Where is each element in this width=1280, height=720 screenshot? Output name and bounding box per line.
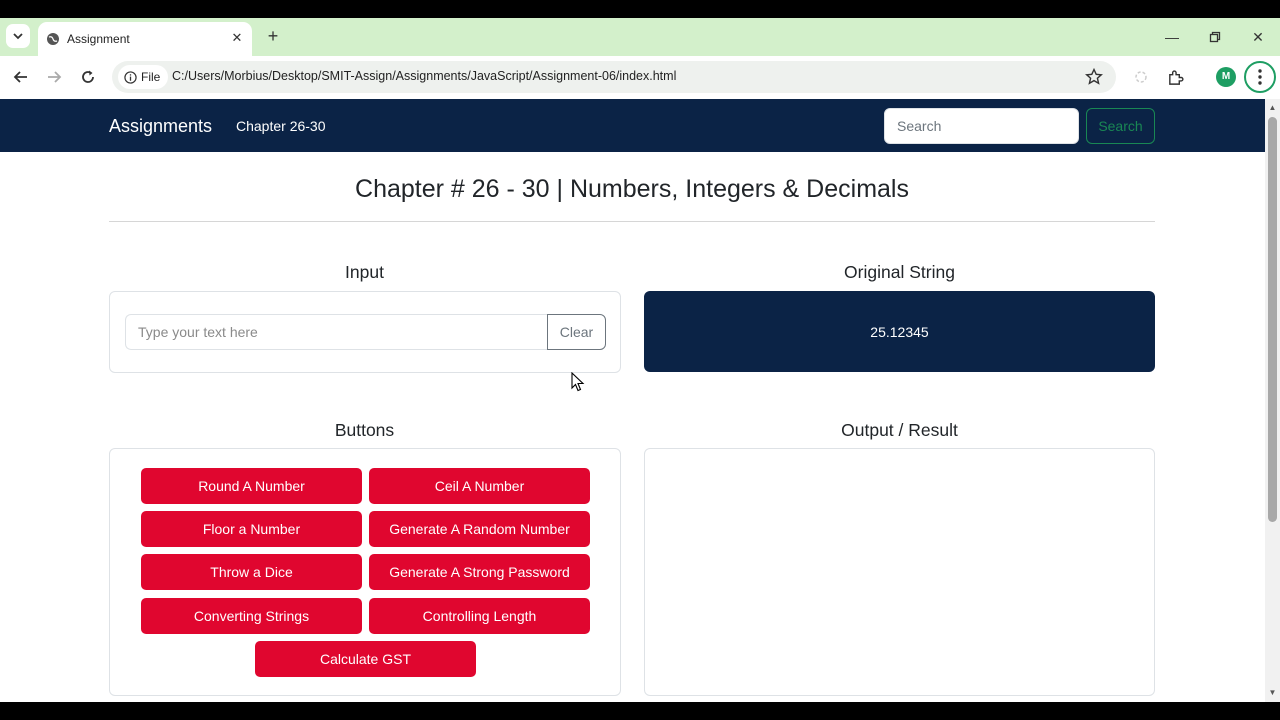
restore-button[interactable] (1203, 26, 1227, 48)
input-section-title: Input (345, 262, 384, 282)
profile-avatar[interactable]: M (1216, 67, 1236, 87)
globe-icon (47, 33, 59, 45)
browser-menu-button[interactable] (1244, 61, 1276, 93)
input-card: Clear (109, 291, 621, 373)
address-bar[interactable]: File C:/Users/Morbius/Desktop/SMIT-Assig… (112, 61, 1116, 93)
url-text[interactable]: C:/Users/Morbius/Desktop/SMIT-Assign/Ass… (172, 69, 676, 83)
buttons-section-title: Buttons (334, 420, 395, 440)
bottom-black-bar (0, 702, 1280, 720)
scroll-down-icon[interactable]: ▼ (1268, 688, 1277, 698)
forward-arrow-icon (48, 71, 62, 83)
scroll-up-icon[interactable]: ▲ (1268, 103, 1277, 113)
forward-button[interactable] (42, 65, 66, 89)
tab-strip: Assignment ✕ + — ✕ (0, 18, 1280, 56)
close-tab-icon[interactable]: ✕ (228, 29, 246, 47)
page-title: Chapter # 26 - 30 | Numbers, Integers & … (355, 175, 909, 203)
nav-link-chapter[interactable]: Chapter 26-30 (236, 118, 326, 134)
back-button[interactable] (9, 65, 33, 89)
top-black-bar (0, 0, 1280, 18)
calculate-gst-button[interactable]: Calculate GST (255, 641, 476, 677)
controlling-length-button[interactable]: Controlling Length (369, 598, 590, 634)
file-chip-label: File (141, 70, 161, 84)
navbar-search-button[interactable]: Search (1086, 108, 1155, 144)
minimize-button[interactable]: — (1160, 26, 1184, 48)
reload-icon (82, 70, 94, 83)
text-input[interactable] (125, 314, 548, 350)
chevron-down-icon (13, 33, 23, 40)
floor-number-button[interactable]: Floor a Number (141, 511, 362, 547)
kebab-menu-icon (1258, 69, 1262, 85)
back-arrow-icon (13, 71, 27, 83)
round-number-button[interactable]: Round A Number (141, 468, 362, 504)
buttons-card: Round A Number Ceil A Number Floor a Num… (109, 448, 621, 696)
original-section-title: Original String (844, 262, 955, 282)
tab-search-button[interactable] (6, 24, 30, 48)
mouse-cursor-icon (571, 372, 585, 392)
clear-button[interactable]: Clear (547, 314, 606, 350)
original-string-value: 25.12345 (870, 323, 929, 340)
output-card (644, 448, 1155, 696)
ceil-number-button[interactable]: Ceil A Number (369, 468, 590, 504)
scrollbar-thumb[interactable] (1268, 117, 1277, 522)
title-divider (109, 221, 1155, 222)
navbar-brand[interactable]: Assignments (109, 116, 212, 137)
reload-button[interactable] (76, 65, 100, 89)
navbar-search-input[interactable] (884, 108, 1079, 144)
close-window-button[interactable]: ✕ (1246, 26, 1270, 48)
page-scrollbar[interactable]: ▲ ▼ (1265, 99, 1280, 702)
converting-strings-button[interactable]: Converting Strings (141, 598, 362, 634)
bookmark-star-icon[interactable] (1084, 67, 1104, 87)
screen: Assignment ✕ + — ✕ File C:/Users/Morbius… (0, 0, 1280, 720)
original-string-box: 25.12345 (644, 291, 1155, 372)
tab-title: Assignment (67, 32, 130, 46)
tab-assignment[interactable]: Assignment ✕ (38, 22, 252, 56)
output-section-title: Output / Result (841, 420, 958, 440)
page-viewport: Assignments Chapter 26-30 Search Chapter… (0, 99, 1265, 702)
restore-icon (1209, 31, 1221, 43)
extensions-button[interactable] (1164, 66, 1186, 88)
random-number-button[interactable]: Generate A Random Number (369, 511, 590, 547)
info-icon (124, 70, 137, 84)
site-info-chip[interactable]: File (118, 65, 169, 89)
site-navbar: Assignments Chapter 26-30 Search (0, 99, 1265, 152)
browser-toolbar: File C:/Users/Morbius/Desktop/SMIT-Assig… (0, 56, 1280, 99)
throw-dice-button[interactable]: Throw a Dice (141, 554, 362, 590)
loading-indicator-icon (1130, 66, 1152, 88)
strong-password-button[interactable]: Generate A Strong Password (369, 554, 590, 590)
puzzle-icon (1168, 69, 1183, 85)
new-tab-button[interactable]: + (262, 26, 284, 48)
